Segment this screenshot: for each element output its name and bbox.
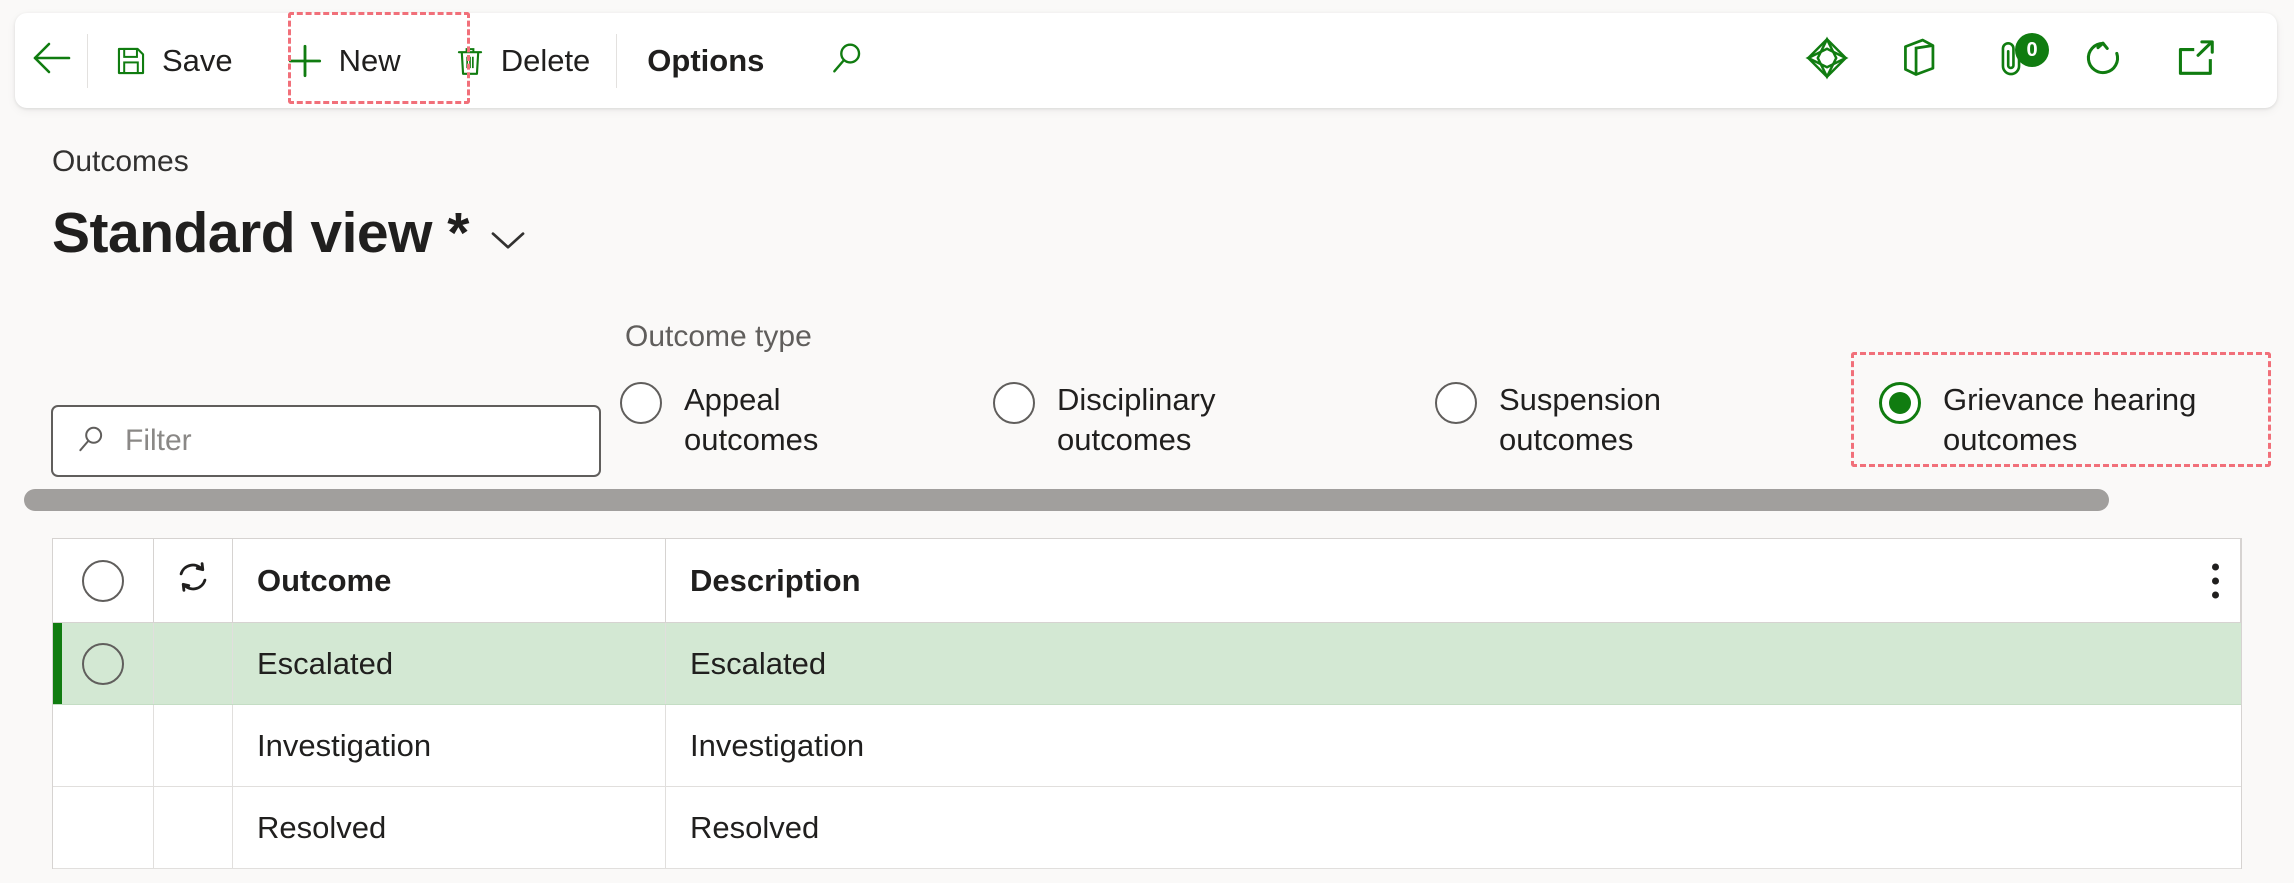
table-row[interactable]: Escalated Escalated — [53, 623, 2241, 705]
grid-refresh-cell[interactable] — [154, 539, 233, 622]
row-refresh-cell — [154, 623, 233, 704]
table-row[interactable]: Investigation Investigation — [53, 705, 2241, 787]
select-all-circle-icon[interactable] — [82, 559, 124, 602]
row-select-circle-icon[interactable] — [82, 642, 124, 685]
chevron-down-icon — [489, 228, 527, 252]
search-icon — [75, 423, 107, 460]
radio-grievance-hearing-outcomes[interactable]: Grievance hearing outcomes — [1879, 380, 2196, 459]
filter-input[interactable] — [125, 424, 577, 458]
delete-button-label: Delete — [500, 42, 591, 78]
outcome-type-radio-group: Appeal outcomes Disciplinary outcomes Susp… — [620, 380, 2280, 470]
options-button-label: Options — [647, 42, 765, 78]
row-refresh-cell — [154, 787, 233, 868]
refresh-icon — [172, 556, 214, 606]
floppy-disk-save-icon — [114, 44, 148, 78]
cell-outcome[interactable]: Escalated — [233, 623, 666, 704]
column-header-description[interactable]: Description — [666, 539, 2241, 622]
outcomes-grid: Outcome Description Escalated Escalated … — [52, 538, 2242, 869]
back-arrow-icon — [29, 40, 73, 81]
radio-suspension-outcomes[interactable]: Suspension outcomes — [1435, 380, 1661, 459]
delete-button[interactable]: Delete — [427, 13, 617, 108]
refresh-circular-arrow-icon — [2080, 35, 2126, 86]
command-bar-right-group: 0 — [1781, 13, 2277, 108]
refresh-button[interactable] — [2057, 13, 2149, 108]
attachments-button[interactable]: 0 — [1965, 13, 2057, 108]
open-in-new-window-icon — [2172, 35, 2218, 86]
radio-circle-icon[interactable] — [993, 382, 1035, 424]
select-all-cell[interactable] — [53, 539, 154, 622]
office-app-launcher-icon — [1897, 36, 1941, 85]
radio-disciplinary-outcomes[interactable]: Disciplinary outcomes — [993, 380, 1215, 459]
radio-disciplinary-outcomes-label: Disciplinary outcomes — [1057, 382, 1216, 457]
row-refresh-cell — [154, 705, 233, 786]
breadcrumb: Outcomes — [52, 145, 189, 178]
options-button[interactable]: Options — [617, 13, 794, 108]
trash-can-icon — [453, 44, 487, 78]
back-button[interactable] — [15, 13, 87, 108]
power-apps-button[interactable] — [1781, 13, 1873, 108]
save-button[interactable]: Save — [88, 13, 259, 108]
radio-circle-selected-icon[interactable] — [1879, 382, 1921, 424]
column-header-outcome[interactable]: Outcome — [233, 539, 666, 622]
radio-appeal-outcomes[interactable]: Appeal outcomes — [620, 380, 818, 459]
radio-suspension-outcomes-label: Suspension outcomes — [1499, 382, 1662, 457]
filter-box[interactable] — [51, 405, 601, 477]
radio-circle-icon[interactable] — [1435, 382, 1477, 424]
attachments-count-badge: 0 — [2015, 33, 2049, 67]
magnifier-icon — [828, 39, 866, 82]
command-bar-left-group: Save New Delete Options — [15, 13, 900, 108]
grid-header-row: Outcome Description — [53, 539, 2241, 623]
cell-description[interactable]: Escalated — [666, 623, 2241, 704]
outcome-type-group-label: Outcome type — [625, 320, 812, 353]
search-button[interactable] — [794, 13, 900, 108]
new-button[interactable]: New — [259, 13, 427, 108]
command-bar: Save New Delete Options 0 — [15, 13, 2277, 108]
row-select-cell[interactable] — [53, 787, 154, 868]
app-page: Save New Delete Options 0 Outcomes Stand… — [0, 0, 2294, 883]
cell-outcome[interactable]: Investigation — [233, 705, 666, 786]
save-button-label: Save — [162, 42, 233, 78]
view-selector[interactable]: Standard view * — [52, 200, 527, 266]
horizontal-scrollbar-thumb[interactable] — [24, 489, 2109, 511]
radio-circle-icon[interactable] — [620, 382, 662, 424]
office-apps-button[interactable] — [1873, 13, 1965, 108]
page-title: Standard view * — [52, 201, 469, 265]
new-button-label: New — [338, 42, 401, 78]
cell-outcome[interactable]: Resolved — [233, 787, 666, 868]
horizontal-scrollbar-track[interactable] — [24, 489, 2274, 511]
row-select-cell[interactable] — [53, 705, 154, 786]
more-options-kebab-icon[interactable] — [2212, 563, 2219, 598]
plus-icon — [285, 41, 325, 81]
row-select-cell[interactable] — [53, 623, 154, 704]
power-apps-diamond-icon — [1804, 35, 1850, 86]
table-row[interactable]: Resolved Resolved — [53, 787, 2241, 869]
cell-description[interactable]: Investigation — [666, 705, 2241, 786]
radio-appeal-outcomes-label: Appeal outcomes — [684, 382, 819, 457]
radio-grievance-hearing-outcomes-label: Grievance hearing outcomes — [1943, 382, 2197, 457]
popout-button[interactable] — [2149, 13, 2241, 108]
cell-description[interactable]: Resolved — [666, 787, 2241, 868]
